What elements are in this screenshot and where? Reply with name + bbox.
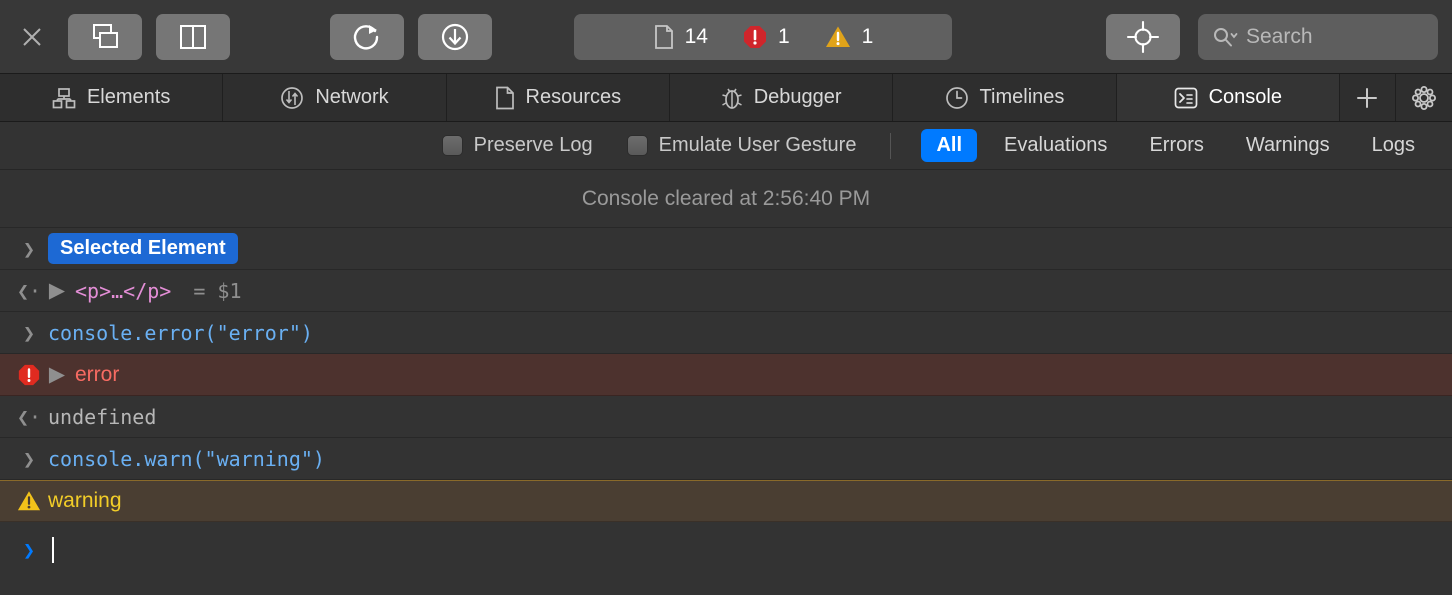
resources-count[interactable]: 14 <box>653 24 708 50</box>
console-message-list[interactable]: Console cleared at 2:56:40 PM ❯ Selected… <box>0 170 1452 595</box>
preserve-log-checkbox[interactable]: Preserve Log <box>441 134 593 157</box>
selected-element-badge[interactable]: Selected Element <box>48 233 238 264</box>
prompt-chevron-icon: ❯ <box>22 446 36 471</box>
tab-network-label: Network <box>315 86 389 108</box>
dock-button-group <box>68 13 230 60</box>
bug-icon <box>721 86 743 110</box>
tab-elements-label: Elements <box>86 86 171 108</box>
download-circle-arrow-icon <box>441 23 469 50</box>
emulate-user-gesture-label: Emulate User Gesture <box>658 134 857 156</box>
filter-all-button[interactable]: All <box>921 129 978 162</box>
return-arrow-icon: ❮· <box>16 278 42 303</box>
return-arrow-icon: ❮· <box>16 404 42 429</box>
checkbox-box <box>626 135 648 156</box>
crosshair-target-icon <box>1126 20 1160 54</box>
console-row-input-error[interactable]: ❯ console.error("error") <box>0 312 1452 354</box>
close-inspector-button[interactable] <box>10 15 54 59</box>
filter-evaluations-button[interactable]: Evaluations <box>989 129 1122 162</box>
node-assignment-text: = $1 <box>193 278 242 303</box>
tab-resources-label: Resources <box>525 86 622 108</box>
inspector-toolbar: 14 1 1 Search <box>0 0 1452 74</box>
console-input-text: console.error("error") <box>48 320 313 345</box>
reload-button[interactable] <box>330 13 404 60</box>
warning-triangle-icon <box>16 489 42 513</box>
tab-network[interactable]: Network <box>223 74 447 121</box>
console-row-error-message[interactable]: ▶ error <box>0 354 1452 396</box>
filter-warnings-button[interactable]: Warnings <box>1231 129 1345 162</box>
error-octagon-icon <box>16 363 42 387</box>
tab-elements[interactable]: Elements <box>0 74 224 121</box>
inspector-tab-bar: Elements Network Resources Debugger Time… <box>0 74 1452 122</box>
element-picker-button[interactable] <box>1106 14 1180 60</box>
errors-count-value: 1 <box>777 25 790 48</box>
windows-overlap-icon <box>93 23 118 48</box>
console-input-text: console.warn("warning") <box>48 446 325 471</box>
dock-detached-button[interactable] <box>68 13 142 60</box>
disclosure-triangle-icon[interactable]: ▶ <box>48 362 66 387</box>
warning-triangle-icon <box>825 26 850 47</box>
tab-timelines-label: Timelines <box>979 86 1065 108</box>
tab-debugger-label: Debugger <box>753 86 842 108</box>
navigation-button-group <box>330 13 492 60</box>
dom-tree-icon <box>52 87 76 109</box>
console-cleared-notice: Console cleared at 2:56:40 PM <box>0 170 1452 228</box>
search-placeholder: Search <box>1246 25 1313 48</box>
errors-count[interactable]: 1 <box>742 24 790 50</box>
tab-debugger[interactable]: Debugger <box>670 74 894 121</box>
warning-message-text: warning <box>48 489 122 512</box>
web-inspector-window: 14 1 1 Search Elements Network Resources… <box>0 0 1452 595</box>
reload-circular-arrow-icon <box>353 24 379 49</box>
document-icon <box>654 25 673 49</box>
search-magnifier-icon <box>1214 28 1238 47</box>
preserve-log-label: Preserve Log <box>473 134 593 156</box>
split-pane-icon <box>180 24 206 49</box>
checkbox-box <box>441 135 463 156</box>
filter-errors-button[interactable]: Errors <box>1134 129 1218 162</box>
console-cleared-text: Console cleared at 2:56:40 PM <box>581 186 871 210</box>
console-row-warning-message[interactable]: warning <box>0 480 1452 522</box>
plus-icon <box>1357 87 1378 108</box>
tab-resources[interactable]: Resources <box>447 74 670 121</box>
prompt-chevron-icon: ❯ <box>22 538 36 562</box>
node-markup-text[interactable]: <p>…</p> <box>75 279 171 303</box>
add-tab-button[interactable] <box>1340 74 1396 121</box>
console-row-undefined-result[interactable]: ❮· undefined <box>0 396 1452 438</box>
warnings-count-value: 1 <box>861 25 874 48</box>
document-icon <box>495 86 515 110</box>
warnings-count[interactable]: 1 <box>824 24 874 50</box>
undefined-result-text: undefined <box>48 404 157 429</box>
gear-icon <box>1411 85 1436 110</box>
download-button[interactable] <box>418 13 492 60</box>
prompt-chevron-icon: ❯ <box>22 236 36 261</box>
error-message-text: error <box>75 362 120 386</box>
settings-button[interactable] <box>1396 74 1452 121</box>
network-arrows-icon <box>280 86 304 110</box>
error-octagon-icon <box>743 26 766 48</box>
tab-console-label: Console <box>1208 86 1282 108</box>
console-row-input-warn[interactable]: ❯ console.warn("warning") <box>0 438 1452 480</box>
search-input[interactable]: Search <box>1198 14 1438 60</box>
status-counters[interactable]: 14 1 1 <box>574 14 952 60</box>
tab-timelines[interactable]: Timelines <box>893 74 1117 121</box>
dock-side-button[interactable] <box>156 13 230 60</box>
console-row-selected-element[interactable]: ❯ Selected Element <box>0 228 1452 270</box>
prompt-chevron-icon: ❯ <box>22 320 36 345</box>
filter-logs-button[interactable]: Logs <box>1357 129 1430 162</box>
console-prompt-row[interactable]: ❯ <box>0 522 1452 578</box>
close-icon <box>23 27 41 46</box>
tab-console[interactable]: Console <box>1116 74 1340 121</box>
text-cursor <box>52 537 54 563</box>
terminal-prompt-icon <box>1174 87 1198 109</box>
emulate-user-gesture-checkbox[interactable]: Emulate User Gesture <box>626 134 857 157</box>
resources-count-value: 14 <box>684 25 708 48</box>
filter-divider <box>890 132 892 159</box>
clock-icon <box>945 86 969 110</box>
disclosure-triangle-icon[interactable]: ▶ <box>48 278 66 303</box>
console-row-node-result[interactable]: ❮· ▶ <p>…</p> = $1 <box>0 270 1452 312</box>
console-filter-bar: Preserve Log Emulate User Gesture All Ev… <box>0 122 1452 170</box>
toolbar-right-group: Search <box>1106 14 1438 60</box>
